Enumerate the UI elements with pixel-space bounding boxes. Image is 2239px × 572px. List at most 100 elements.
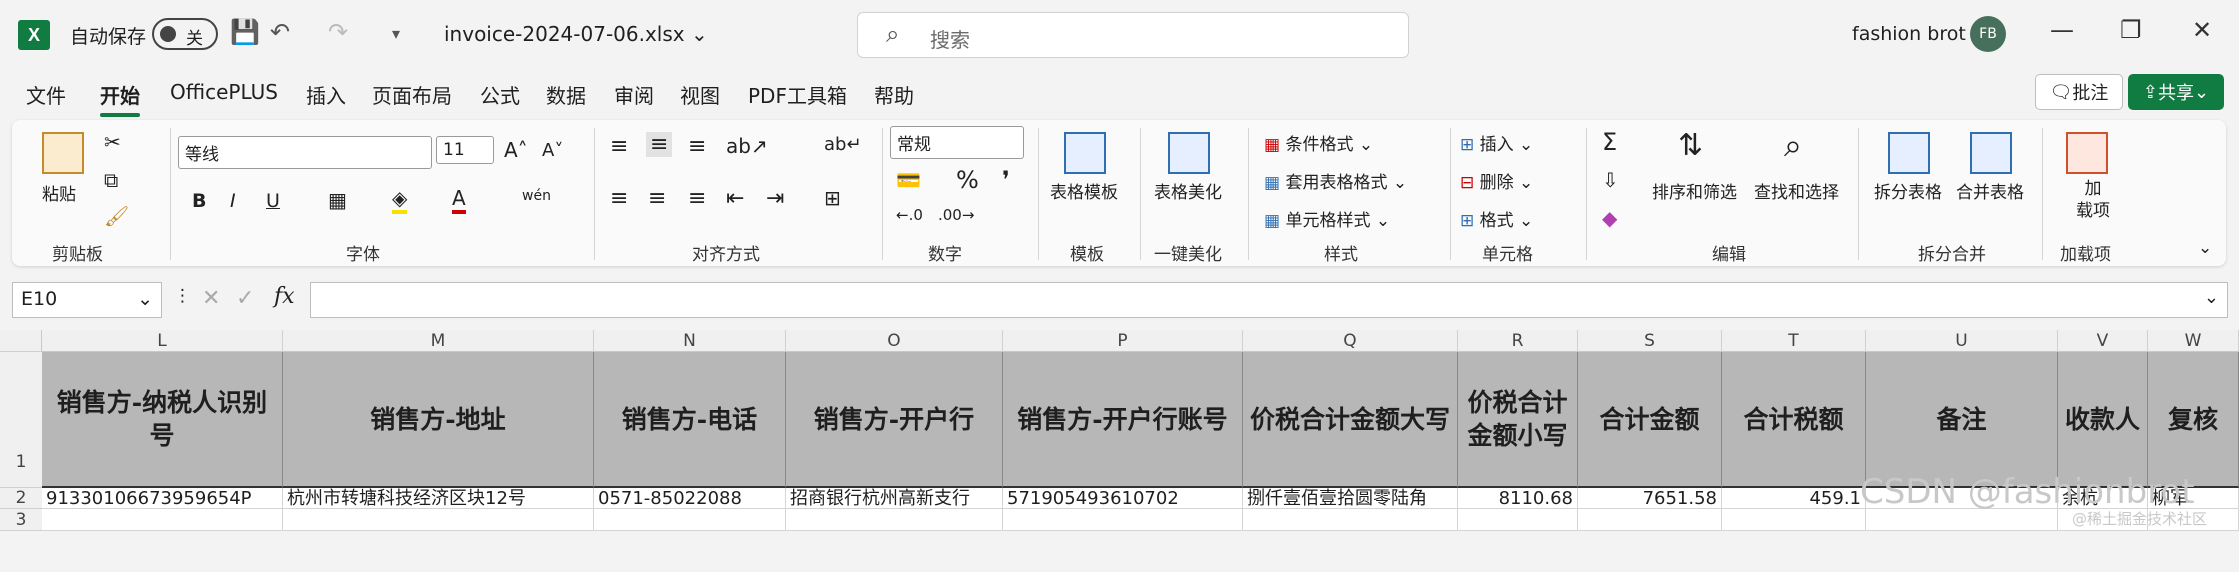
empty-cell[interactable] bbox=[1722, 509, 1866, 531]
font-color-icon[interactable]: A bbox=[452, 186, 466, 214]
header-cell[interactable]: 备注 bbox=[1866, 352, 2058, 488]
empty-cell[interactable] bbox=[786, 509, 1003, 531]
header-cell[interactable]: 销售方-开户行 bbox=[786, 352, 1003, 488]
accounting-icon[interactable]: 💳 bbox=[896, 168, 921, 192]
wrap-text-icon[interactable]: ab↵ bbox=[824, 134, 862, 155]
column-header[interactable]: L bbox=[42, 330, 283, 352]
comma-style-icon[interactable]: ❜ bbox=[1002, 166, 1010, 194]
align-top-icon[interactable]: ≡ bbox=[610, 134, 628, 159]
increase-indent-icon[interactable]: ⇥ bbox=[766, 186, 784, 211]
data-cell[interactable]: 459.1 bbox=[1722, 488, 1866, 509]
undo-icon[interactable]: ↶ bbox=[270, 18, 290, 46]
insert-function-icon[interactable]: fx bbox=[274, 284, 295, 309]
tab-pdf-tools[interactable]: PDF工具箱 bbox=[748, 80, 847, 109]
comments-button[interactable]: 🗨 批注 bbox=[2035, 74, 2123, 110]
decrease-indent-icon[interactable]: ⇤ bbox=[726, 186, 744, 211]
italic-icon[interactable]: I bbox=[230, 190, 236, 212]
tab-home[interactable]: 开始 bbox=[100, 80, 140, 117]
border-icon[interactable]: ▦ bbox=[328, 188, 347, 212]
column-header[interactable]: R bbox=[1458, 330, 1578, 352]
clear-icon[interactable]: ◆ bbox=[1602, 206, 1617, 230]
column-header[interactable]: N bbox=[594, 330, 786, 352]
empty-cell[interactable] bbox=[283, 509, 594, 531]
tab-page-layout[interactable]: 页面布局 bbox=[372, 80, 452, 109]
header-cell[interactable]: 销售方-纳税人识别号 bbox=[42, 352, 283, 488]
merge-table-icon[interactable] bbox=[1970, 132, 2012, 174]
tab-file[interactable]: 文件 bbox=[26, 80, 66, 109]
table-template-button[interactable]: 表格模板 bbox=[1050, 178, 1118, 203]
cut-icon[interactable]: ✂ bbox=[104, 130, 121, 154]
column-header[interactable]: W bbox=[2148, 330, 2239, 352]
split-table-icon[interactable] bbox=[1888, 132, 1930, 174]
addins-icon[interactable] bbox=[2066, 132, 2108, 174]
column-header[interactable]: Q bbox=[1243, 330, 1458, 352]
tab-help[interactable]: 帮助 bbox=[874, 80, 914, 109]
minimize-icon[interactable]: — bbox=[2050, 16, 2074, 44]
increase-decimal-icon[interactable]: ←.0 bbox=[896, 206, 923, 224]
find-select-button[interactable]: 查找和选择 bbox=[1754, 178, 1839, 203]
save-icon[interactable]: 💾 bbox=[230, 18, 260, 46]
cancel-icon[interactable]: ✕ bbox=[202, 286, 220, 311]
sort-filter-icon[interactable]: ⇅ bbox=[1678, 128, 1703, 163]
row-header[interactable]: 1 bbox=[0, 352, 42, 488]
increase-font-icon[interactable]: A˄ bbox=[504, 138, 528, 162]
column-header[interactable]: T bbox=[1722, 330, 1866, 352]
empty-cell[interactable] bbox=[42, 509, 283, 531]
file-name[interactable]: invoice-2024-07-06.xlsx ⌄ bbox=[444, 22, 708, 46]
decrease-font-icon[interactable]: A˅ bbox=[542, 140, 563, 161]
empty-cell[interactable] bbox=[594, 509, 786, 531]
find-select-icon[interactable]: ⌕ bbox=[1784, 126, 1802, 165]
tab-officeplus[interactable]: OfficePLUS bbox=[170, 80, 278, 104]
orientation-icon[interactable]: ab↗ bbox=[726, 134, 768, 158]
select-all-corner[interactable] bbox=[0, 330, 42, 352]
empty-cell[interactable] bbox=[1458, 509, 1578, 531]
data-cell[interactable]: 招商银行杭州高新支行 bbox=[786, 488, 1003, 509]
data-cell[interactable]: 571905493610702 bbox=[1003, 488, 1243, 509]
autosave-toggle[interactable]: 关 bbox=[152, 18, 218, 50]
underline-icon[interactable]: U bbox=[266, 190, 280, 212]
insert-cells-button[interactable]: ⊞ 插入 ⌄ bbox=[1460, 130, 1533, 155]
align-left-icon[interactable]: ≡ bbox=[610, 186, 628, 211]
enter-icon[interactable]: ✓ bbox=[236, 286, 254, 311]
customize-toolbar-icon[interactable]: ▾ bbox=[392, 24, 400, 43]
font-name-select[interactable]: 等线 bbox=[178, 136, 432, 169]
autosum-icon[interactable]: Σ bbox=[1602, 128, 1617, 156]
tab-insert[interactable]: 插入 bbox=[306, 80, 346, 109]
tab-formulas[interactable]: 公式 bbox=[480, 80, 520, 109]
header-cell[interactable]: 复核 bbox=[2148, 352, 2239, 488]
bold-icon[interactable]: B bbox=[192, 190, 206, 212]
row-header[interactable]: 2 bbox=[0, 488, 42, 509]
data-cell[interactable]: 0571-85022088 bbox=[594, 488, 786, 509]
align-bottom-icon[interactable]: ≡ bbox=[688, 134, 706, 159]
formula-input[interactable]: ⌄ bbox=[310, 282, 2228, 318]
align-center-icon[interactable]: ≡ bbox=[648, 186, 666, 211]
decrease-decimal-icon[interactable]: .00→ bbox=[938, 206, 974, 224]
more-icon[interactable]: ⋮ bbox=[174, 286, 191, 306]
column-header[interactable]: S bbox=[1578, 330, 1722, 352]
format-cells-button[interactable]: ⊞ 格式 ⌄ bbox=[1460, 206, 1533, 231]
sort-filter-button[interactable]: 排序和筛选 bbox=[1652, 178, 1737, 203]
header-cell[interactable]: 销售方-开户行账号 bbox=[1003, 352, 1243, 488]
expand-formula-icon[interactable]: ⌄ bbox=[2204, 287, 2219, 308]
header-cell[interactable]: 合计税额 bbox=[1722, 352, 1866, 488]
data-cell[interactable]: 7651.58 bbox=[1578, 488, 1722, 509]
collapse-ribbon-icon[interactable]: ⌄ bbox=[2198, 238, 2212, 258]
paste-label[interactable]: 粘贴 bbox=[42, 180, 76, 205]
header-cell[interactable]: 销售方-电话 bbox=[594, 352, 786, 488]
redo-icon[interactable]: ↷ bbox=[328, 18, 348, 46]
empty-cell[interactable] bbox=[1866, 509, 2058, 531]
empty-cell[interactable] bbox=[1578, 509, 1722, 531]
name-box-dropdown-icon[interactable]: ⌄ bbox=[137, 288, 153, 310]
empty-cell[interactable] bbox=[1003, 509, 1243, 531]
table-beautify-icon[interactable] bbox=[1168, 132, 1210, 174]
header-cell[interactable]: 价税合计金额小写 bbox=[1458, 352, 1578, 488]
tab-review[interactable]: 审阅 bbox=[614, 80, 654, 109]
header-cell[interactable]: 销售方-地址 bbox=[283, 352, 594, 488]
column-header[interactable]: P bbox=[1003, 330, 1243, 352]
align-right-icon[interactable]: ≡ bbox=[688, 186, 706, 211]
header-cell[interactable]: 收款人 bbox=[2058, 352, 2148, 488]
fill-icon[interactable]: ⇩ bbox=[1602, 168, 1619, 192]
font-size-select[interactable]: 11 bbox=[436, 136, 494, 164]
header-cell[interactable]: 合计金额 bbox=[1578, 352, 1722, 488]
addins-button[interactable]: 加 载项 bbox=[2076, 178, 2110, 222]
